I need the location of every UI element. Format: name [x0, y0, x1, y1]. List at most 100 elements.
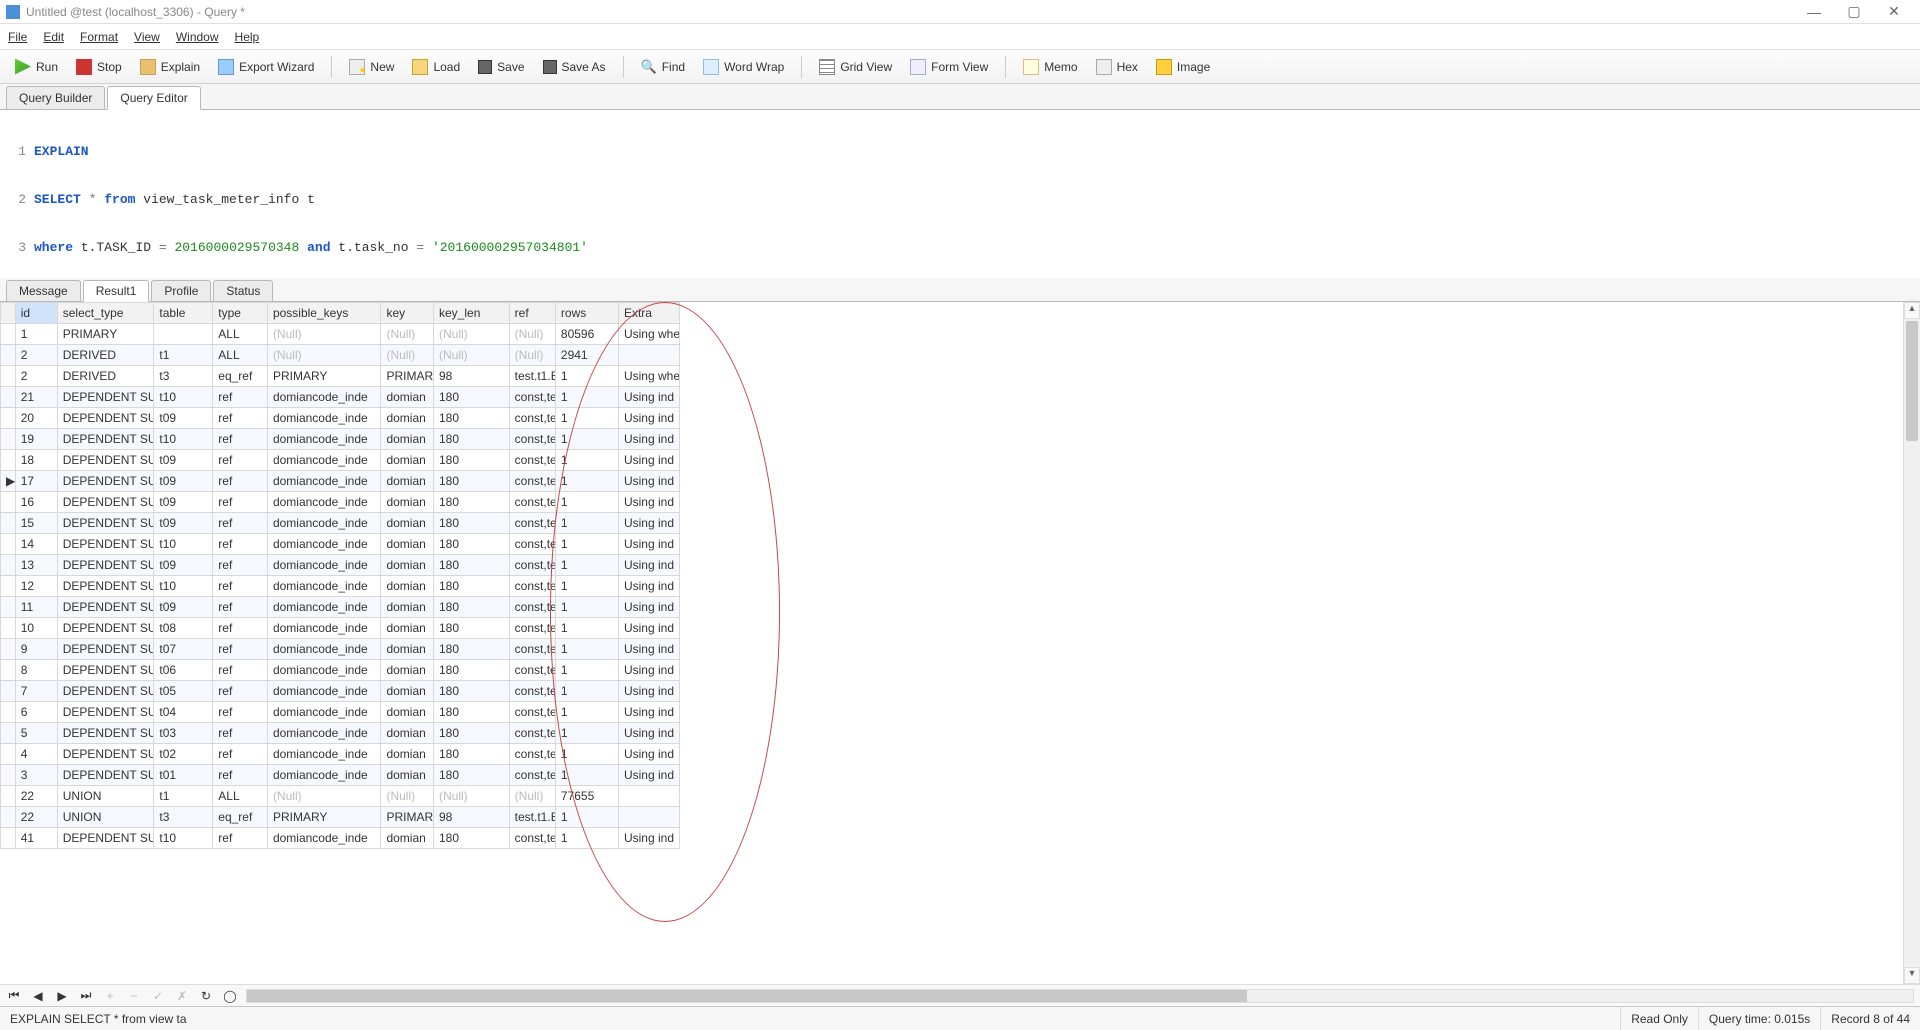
cell[interactable]: domiancode_inde [267, 828, 381, 849]
column-header-table[interactable]: table [154, 303, 213, 324]
save-as-button[interactable]: Save As [536, 57, 613, 77]
cell[interactable]: domian [381, 618, 434, 639]
cell[interactable]: domian [381, 492, 434, 513]
cell[interactable]: const,te [509, 828, 555, 849]
explain-button[interactable]: Explain [133, 56, 207, 78]
cell[interactable]: 1 [555, 555, 618, 576]
cell[interactable]: Using ind [618, 576, 679, 597]
table-row[interactable]: 5DEPENDENT SUt03refdomiancode_indedomian… [1, 723, 680, 744]
table-row[interactable]: 4DEPENDENT SUt02refdomiancode_indedomian… [1, 744, 680, 765]
cell[interactable]: 1 [555, 618, 618, 639]
cell[interactable]: const,te [509, 765, 555, 786]
cell[interactable]: 17 [15, 471, 57, 492]
cell[interactable]: t3 [154, 366, 213, 387]
cell[interactable]: t06 [154, 660, 213, 681]
column-header-rows[interactable]: rows [555, 303, 618, 324]
tab-status[interactable]: Status [213, 280, 273, 301]
cell[interactable]: 180 [434, 576, 510, 597]
cell[interactable]: 180 [434, 828, 510, 849]
column-header-select_type[interactable]: select_type [57, 303, 154, 324]
cell[interactable]: (Null) [509, 786, 555, 807]
cell[interactable]: 2 [15, 366, 57, 387]
table-row[interactable]: 2DERIVEDt1ALL(Null)(Null)(Null)(Null)294… [1, 345, 680, 366]
cell[interactable]: DERIVED [57, 345, 154, 366]
cell[interactable]: ref [213, 597, 268, 618]
cell[interactable]: Using ind [618, 681, 679, 702]
cell[interactable]: 1 [555, 387, 618, 408]
cell[interactable]: const,te [509, 660, 555, 681]
cell[interactable]: const,te [509, 555, 555, 576]
cell[interactable]: domiancode_inde [267, 429, 381, 450]
cell[interactable]: 180 [434, 408, 510, 429]
table-row[interactable]: 11DEPENDENT SUt09refdomiancode_indedomia… [1, 597, 680, 618]
cell[interactable]: const,te [509, 492, 555, 513]
cell[interactable]: DEPENDENT SU [57, 471, 154, 492]
cell[interactable]: domian [381, 660, 434, 681]
cell[interactable]: DEPENDENT SU [57, 534, 154, 555]
cell[interactable]: (Null) [509, 324, 555, 345]
cell[interactable]: ref [213, 429, 268, 450]
cell[interactable]: 14 [15, 534, 57, 555]
cell[interactable]: 180 [434, 744, 510, 765]
cell[interactable]: domiancode_inde [267, 513, 381, 534]
cell[interactable]: DEPENDENT SU [57, 450, 154, 471]
cell[interactable]: DEPENDENT SU [57, 828, 154, 849]
table-row[interactable]: 7DEPENDENT SUt05refdomiancode_indedomian… [1, 681, 680, 702]
cell[interactable]: domian [381, 681, 434, 702]
load-button[interactable]: Load [405, 56, 467, 78]
cell[interactable]: 2941 [555, 345, 618, 366]
cell[interactable]: domiancode_inde [267, 744, 381, 765]
cell[interactable]: 180 [434, 534, 510, 555]
cell[interactable]: const,te [509, 723, 555, 744]
cell[interactable]: (Null) [267, 345, 381, 366]
minimize-button[interactable]: — [1794, 4, 1834, 20]
cell[interactable]: 180 [434, 765, 510, 786]
cell[interactable]: domian [381, 471, 434, 492]
cell[interactable]: ref [213, 450, 268, 471]
table-row[interactable]: 21DEPENDENT SUt10refdomiancode_indedomia… [1, 387, 680, 408]
cell[interactable]: 13 [15, 555, 57, 576]
cell[interactable]: ref [213, 765, 268, 786]
cell[interactable]: 22 [15, 807, 57, 828]
cell[interactable]: Using ind [618, 660, 679, 681]
cell[interactable]: 1 [15, 324, 57, 345]
cell[interactable]: t10 [154, 387, 213, 408]
cell[interactable]: Using ind [618, 471, 679, 492]
cell[interactable]: ref [213, 660, 268, 681]
form-view-button[interactable]: Form View [903, 56, 995, 78]
cell[interactable]: ref [213, 555, 268, 576]
cell[interactable]: t10 [154, 576, 213, 597]
cell[interactable]: t10 [154, 534, 213, 555]
horizontal-scrollbar[interactable] [246, 989, 1914, 1003]
table-row[interactable]: 41DEPENDENT SUt10refdomiancode_indedomia… [1, 828, 680, 849]
cell[interactable]: domian [381, 723, 434, 744]
cell[interactable]: ref [213, 513, 268, 534]
cell[interactable]: 180 [434, 555, 510, 576]
cell[interactable]: domian [381, 534, 434, 555]
cell[interactable]: 1 [555, 408, 618, 429]
cell[interactable]: t09 [154, 555, 213, 576]
cell[interactable]: 1 [555, 429, 618, 450]
cell[interactable]: 1 [555, 702, 618, 723]
column-header-key[interactable]: key [381, 303, 434, 324]
cell[interactable] [618, 786, 679, 807]
column-header-ref[interactable]: ref [509, 303, 555, 324]
table-row[interactable]: 3DEPENDENT SUt01refdomiancode_indedomian… [1, 765, 680, 786]
cell[interactable]: domiancode_inde [267, 702, 381, 723]
refresh-button[interactable]: ↻ [198, 988, 214, 1004]
result-grid[interactable]: idselect_typetabletypepossible_keyskeyke… [0, 302, 680, 849]
cell[interactable]: DEPENDENT SU [57, 660, 154, 681]
cell[interactable]: 1 [555, 639, 618, 660]
cell[interactable]: ref [213, 408, 268, 429]
table-row[interactable]: 9DEPENDENT SUt07refdomiancode_indedomian… [1, 639, 680, 660]
cell[interactable]: domian [381, 744, 434, 765]
cell[interactable]: DEPENDENT SU [57, 597, 154, 618]
cell[interactable]: domian [381, 702, 434, 723]
cell[interactable]: PRIMARY [267, 807, 381, 828]
cell[interactable]: domiancode_inde [267, 408, 381, 429]
grid-view-button[interactable]: Grid View [812, 56, 899, 78]
menu-help[interactable]: Help [235, 30, 260, 44]
cell[interactable]: 180 [434, 681, 510, 702]
cell[interactable]: t10 [154, 429, 213, 450]
cell[interactable]: 1 [555, 681, 618, 702]
